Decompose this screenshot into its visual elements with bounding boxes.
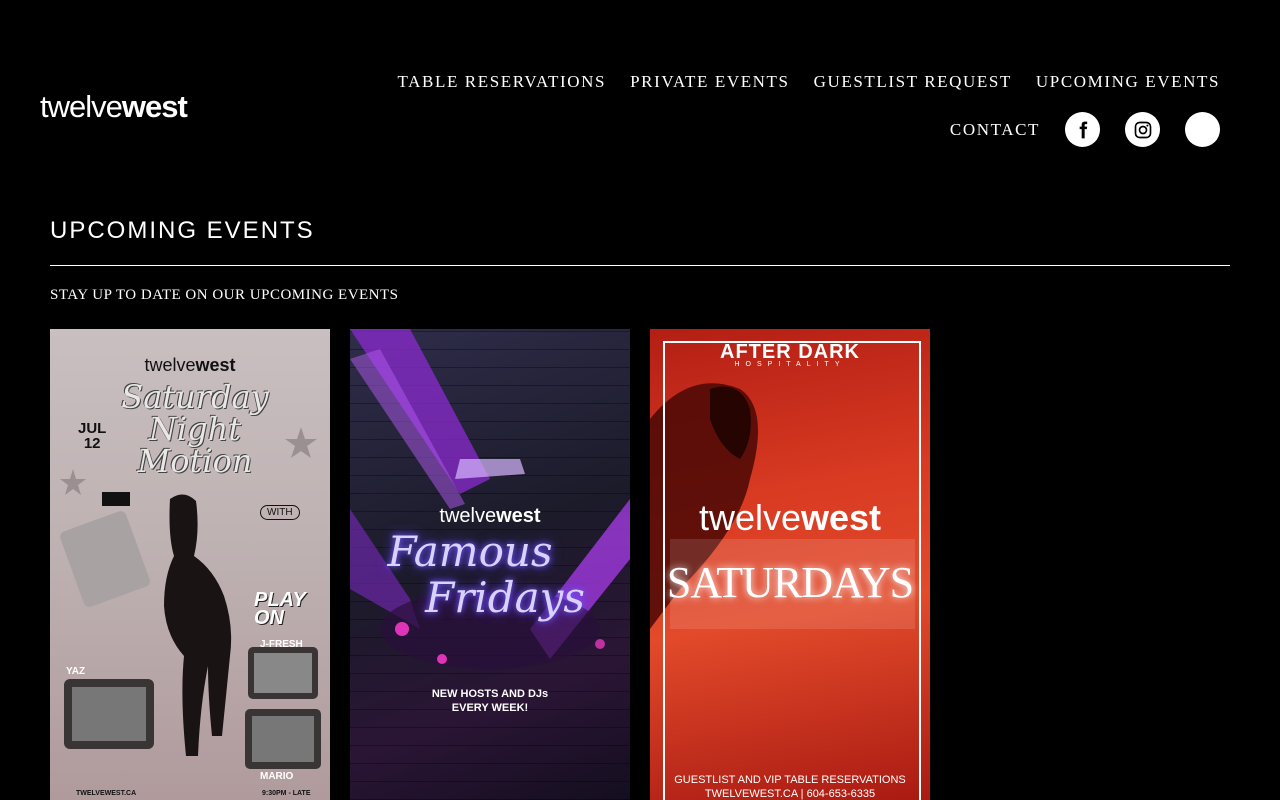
page-title: UPCOMING EVENTS — [50, 217, 315, 244]
poster-3-brand: twelvewest — [698, 497, 882, 538]
blank-social-icon[interactable] — [1185, 112, 1220, 147]
poster-3-title: SATURDAYS — [666, 558, 914, 607]
poster-3-header-sub: HOSPITALITY — [734, 361, 846, 368]
nav-table-reservations[interactable]: TABLE RESERVATIONS — [398, 72, 607, 92]
poster-1-figure — [60, 427, 321, 769]
poster-2-title: Famous Fridays — [387, 527, 585, 622]
poster-1-play-on: PLAY ON — [254, 589, 306, 629]
page-subtitle: STAY UP TO DATE ON OUR UPCOMING EVENTS — [50, 287, 399, 303]
poster-2-tagline: NEW HOSTS AND DJs EVERY WEEK! — [431, 688, 549, 714]
poster-1-dj-yaz: YAZ — [66, 666, 86, 677]
site-logo[interactable]: twelvewest — [40, 88, 188, 126]
logo-text-twelve: twelve — [40, 89, 123, 124]
nav-contact[interactable]: CONTACT — [950, 120, 1040, 140]
secondary-nav: CONTACT — [950, 112, 1220, 147]
main-nav: TABLE RESERVATIONS PRIVATE EVENTS GUESTL… — [398, 72, 1220, 92]
facebook-icon[interactable] — [1065, 112, 1100, 147]
event-poster-famous-fridays[interactable]: twelvewest Famous Fridays NEW HOSTS AND … — [350, 329, 630, 800]
poster-2-brand: twelvewest — [439, 505, 541, 527]
event-poster-saturdays[interactable]: AFTER DARK HOSPITALITY twelvewest SATURD… — [650, 329, 930, 800]
event-poster-saturday-night-motion[interactable]: twelvewest JUL 12 Saturday Night Motion WIT… — [50, 329, 330, 800]
poster-1-with: WITH — [260, 505, 300, 520]
poster-1-dj-mario: MARIO — [260, 771, 294, 782]
logo-text-west: west — [121, 89, 188, 124]
facebook-glyph — [1079, 121, 1087, 138]
instagram-glyph — [1134, 121, 1151, 138]
nav-private-events[interactable]: PRIVATE EVENTS — [630, 72, 790, 92]
instagram-icon[interactable] — [1125, 112, 1160, 147]
title-divider — [50, 265, 1230, 266]
poster-1-website: TWELVEWEST.CA — [76, 790, 137, 797]
poster-3-footer: GUESTLIST AND VIP TABLE RESERVATIONS TWEL… — [674, 774, 906, 800]
poster-1-time: 9:30PM - LATE — [262, 790, 311, 797]
nav-upcoming-events[interactable]: UPCOMING EVENTS — [1036, 72, 1220, 92]
nav-guestlist-request[interactable]: GUESTLIST REQUEST — [814, 72, 1012, 92]
poster-1-dj-jfresh: J-FRESH — [260, 639, 303, 650]
